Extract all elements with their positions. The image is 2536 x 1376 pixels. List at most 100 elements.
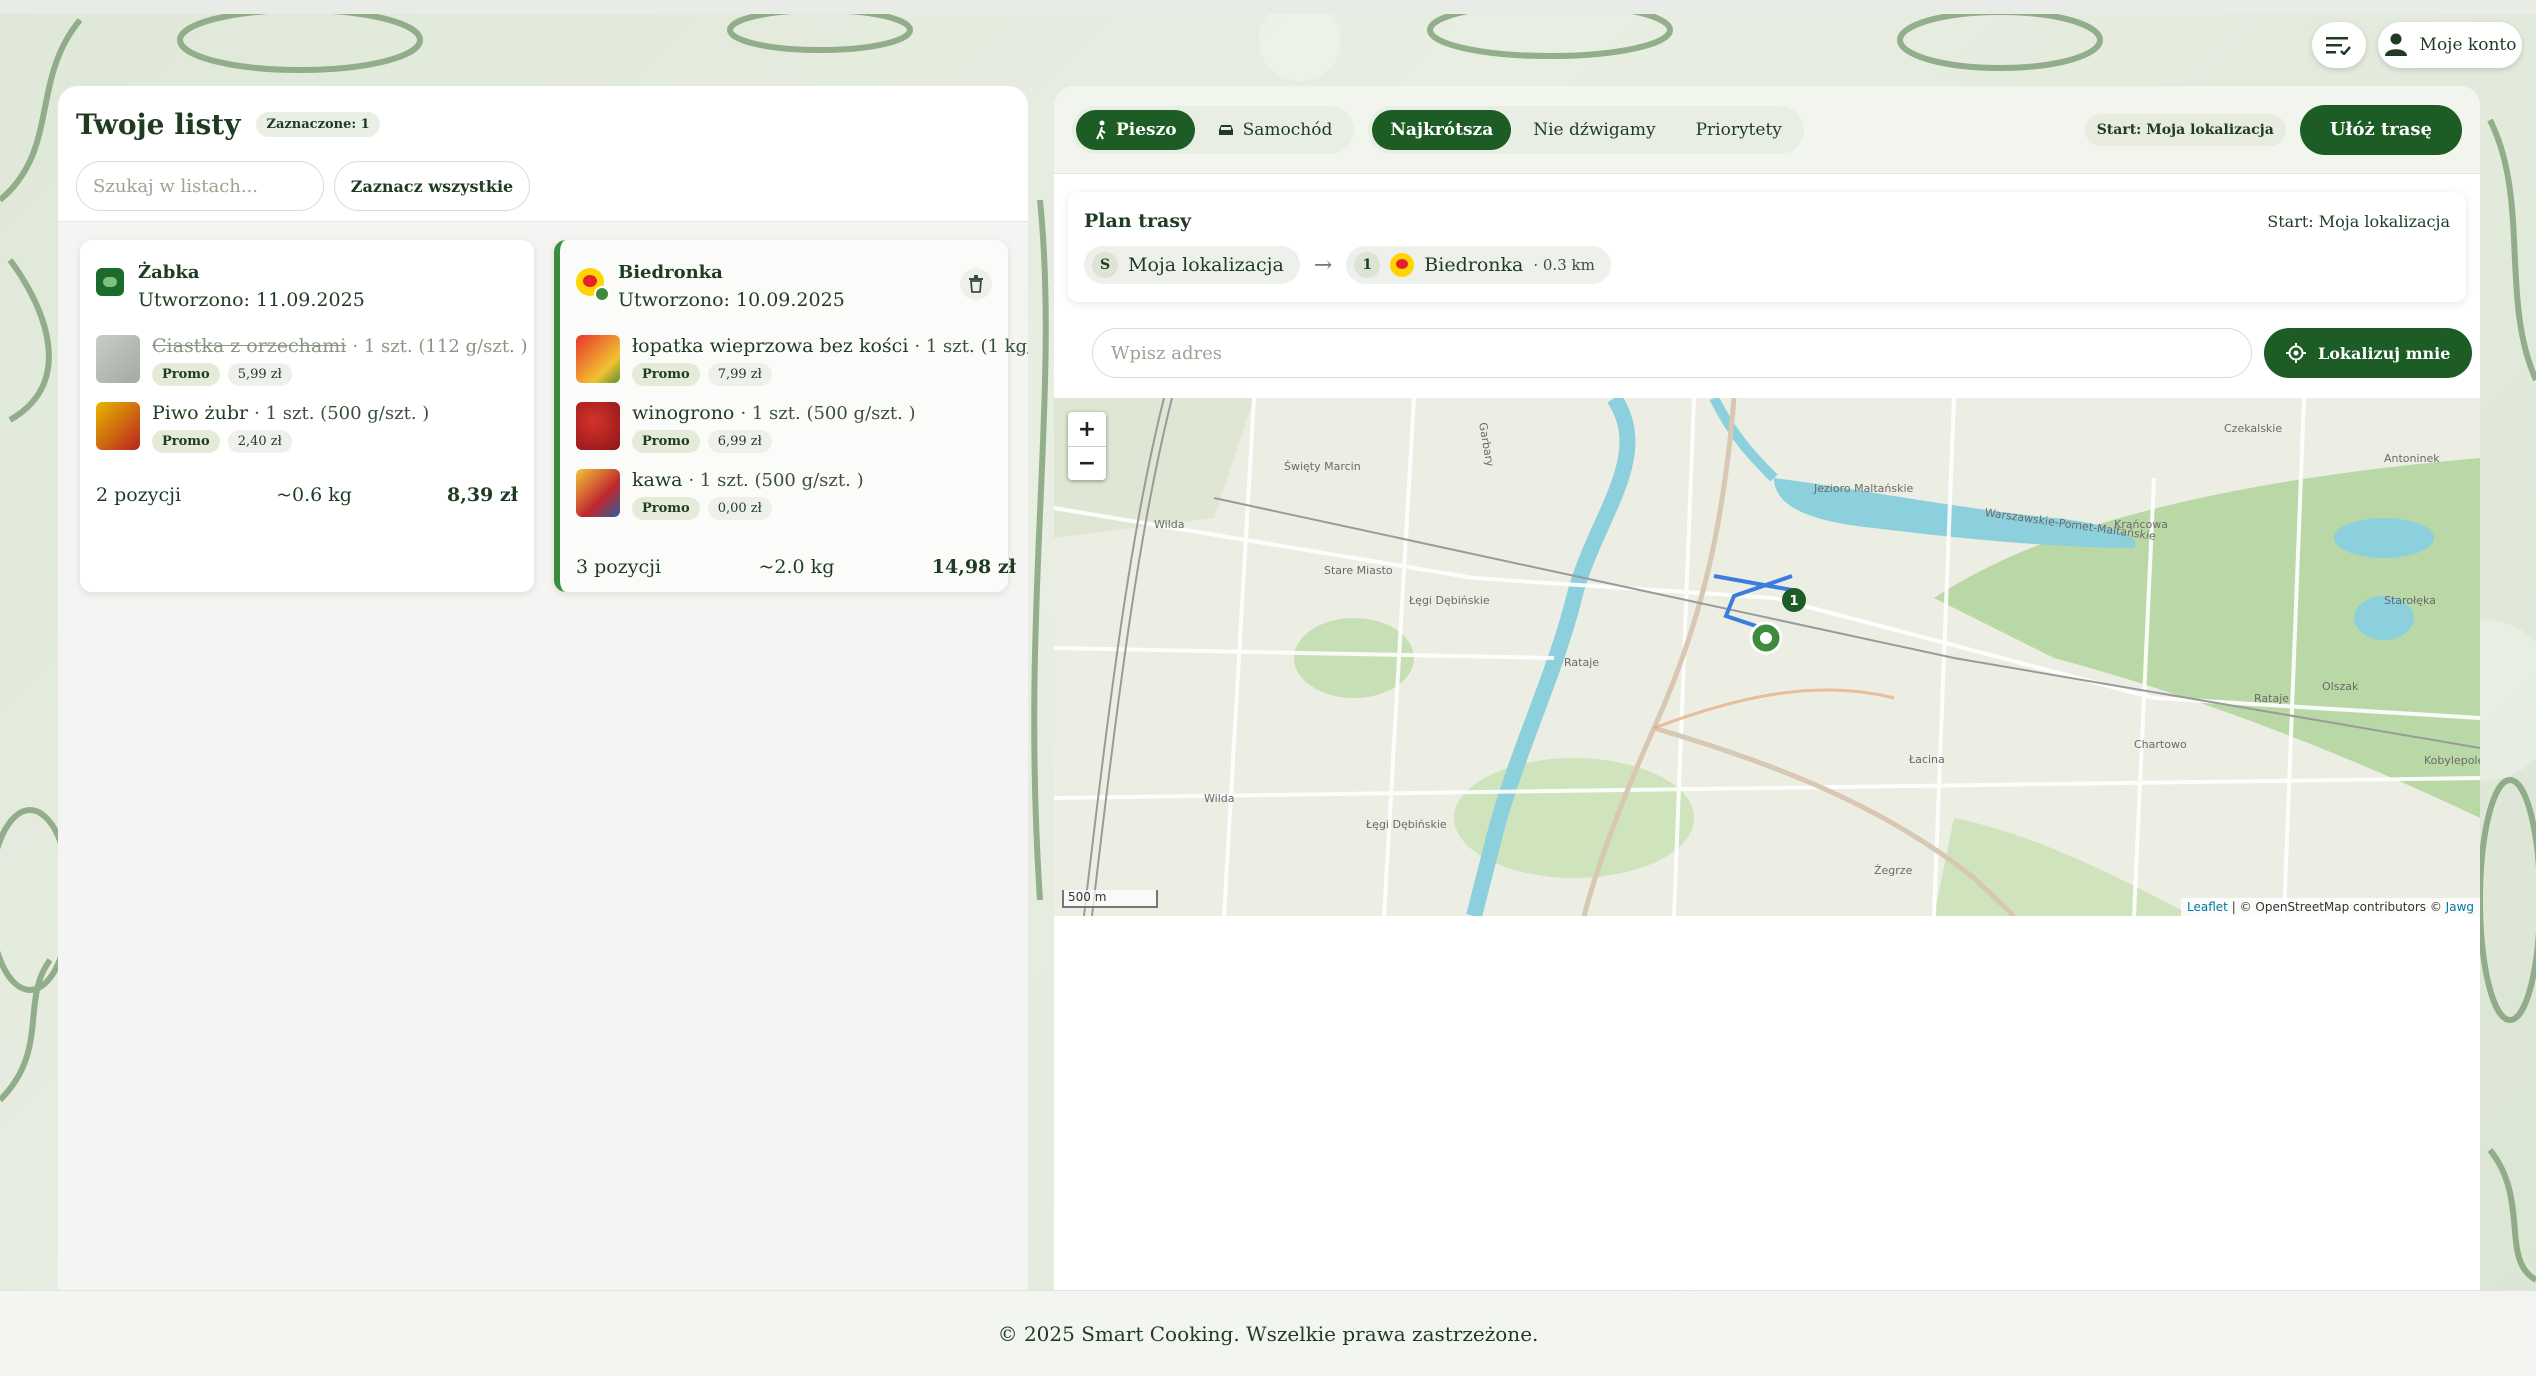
map-label: Stare Miasto [1324, 564, 1393, 577]
product-image [576, 402, 620, 450]
item-quantity: · 1 szt. (112 g/szt. ) [352, 336, 528, 357]
zabka-logo [96, 268, 124, 296]
map-label: Rataje [1564, 656, 1600, 669]
arrow-right-icon: → [1313, 252, 1333, 278]
map-label: Kobylepole [2424, 754, 2480, 767]
map-label: Łęgi Dębińskie [1366, 818, 1447, 831]
item-quantity: · 1 szt. (1 kg/ [914, 336, 1028, 357]
list-item[interactable]: winogrono · 1 szt. (500 g/szt. ) Promo 6… [576, 402, 992, 453]
filter-list-icon [2326, 37, 2351, 55]
route-steps: S Moja lokalizacja → 1 Biedronka · 0.3 k… [1084, 246, 2450, 284]
map-label: Antoninek [2384, 452, 2440, 465]
person-icon [2384, 33, 2407, 56]
select-all-button[interactable]: Zaznacz wszystkie [334, 161, 530, 211]
biedronka-logo [576, 268, 610, 302]
map-label: Wilda [1154, 518, 1185, 531]
item-name: łopatka wieprzowa bez kości [632, 335, 909, 357]
map-view[interactable]: 1 Święty Marcin Garbary Jezioro Maltańsk… [1054, 398, 2480, 916]
step-marker: S [1092, 252, 1118, 278]
list-items: łopatka wieprzowa bez kości · 1 szt. (1 … [576, 335, 1028, 520]
map-label: Krańcowa [2114, 518, 2168, 531]
walk-icon [1096, 120, 1106, 139]
step-label: Moja lokalizacja [1128, 254, 1284, 276]
step-label: Biedronka [1424, 254, 1524, 276]
biedronka-logo [1390, 253, 1415, 277]
delete-list-button[interactable] [960, 268, 992, 300]
lists-panel-header: Twoje listy Zaznaczone: 1 Zaznacz wszyst… [58, 86, 1028, 222]
trash-icon [969, 275, 983, 293]
total-price: 8,39 zł [446, 484, 518, 506]
leaflet-link[interactable]: Leaflet [2187, 900, 2228, 914]
route-toolbar: Pieszo Samochód Najkrótsza Nie dźwigamy … [1054, 86, 2480, 174]
list-items: Ciastka z orzechami · 1 szt. (112 g/szt.… [96, 335, 528, 453]
zoom-in-button[interactable]: + [1068, 412, 1106, 446]
account-button[interactable]: Moje konto [2378, 22, 2522, 68]
promo-badge: Promo [632, 363, 700, 386]
list-item[interactable]: Ciastka z orzechami · 1 szt. (112 g/szt.… [96, 335, 528, 386]
map-label: Olszak [2322, 680, 2359, 693]
shopping-lists-grid: Żabka Utworzono: 11.09.2025 Ciastka z or… [80, 240, 1028, 592]
product-image [576, 469, 620, 517]
browser-top-strip [0, 0, 2536, 14]
total-weight: ~0.6 kg [276, 484, 352, 506]
list-item[interactable]: kawa · 1 szt. (500 g/szt. ) Promo 0,00 z… [576, 469, 992, 520]
list-item[interactable]: Piwo żubr · 1 szt. (500 g/szt. ) Promo 2… [96, 402, 518, 453]
lists-panel: Twoje listy Zaznaczone: 1 Zaznacz wszyst… [58, 86, 1028, 1290]
filter-button[interactable] [2312, 22, 2366, 68]
footer-text: © 2025 Smart Cooking. Wszelkie prawa zas… [997, 1321, 1539, 1346]
item-quantity: · 1 szt. (500 g/szt. ) [688, 470, 864, 491]
map-label: Łacina [1909, 753, 1945, 766]
strategy-no-heavy-button[interactable]: Nie dźwigamy [1515, 110, 1673, 150]
list-card-zabka[interactable]: Żabka Utworzono: 11.09.2025 Ciastka z or… [80, 240, 534, 592]
map-label: Łęgi Dębińskie [1409, 594, 1490, 607]
selected-count-badge: Zaznaczone: 1 [256, 112, 380, 137]
map-label: Starołęka [2384, 594, 2436, 607]
mode-walk-button[interactable]: Pieszo [1076, 109, 1195, 150]
created-date: Utworzono: 10.09.2025 [618, 289, 845, 311]
route-plan-start: Start: Moja lokalizacja [2267, 212, 2450, 231]
list-card-biedronka[interactable]: Biedronka Utworzono: 10.09.2025 łopatka … [554, 240, 1028, 592]
mode-car-label: Samochód [1242, 119, 1333, 140]
strategy-shortest-button[interactable]: Najkrótsza [1372, 109, 1512, 150]
list-item[interactable]: łopatka wieprzowa bez kości · 1 szt. (1 … [576, 335, 1028, 386]
list-summary: 3 pozycji ~2.0 kg 14,98 zł [576, 556, 1016, 578]
map-label: Święty Marcin [1284, 460, 1361, 473]
promo-badge: Promo [152, 430, 220, 453]
price-badge: 7,99 zł [707, 363, 772, 386]
map-scale: 500 m [1062, 890, 1158, 908]
search-lists-input[interactable] [76, 161, 324, 211]
route-step-start: S Moja lokalizacja [1084, 246, 1300, 284]
strategy-priorities-button[interactable]: Priorytety [1678, 110, 1800, 150]
price-badge: 5,99 zł [227, 363, 292, 386]
route-plan-card: Plan trasy Start: Moja lokalizacja S Moj… [1068, 192, 2466, 302]
created-date: Utworzono: 11.09.2025 [138, 289, 365, 311]
store-marker-label: 1 [1789, 594, 1798, 609]
total-price: 14,98 zł [931, 556, 1016, 578]
address-input[interactable] [1092, 328, 2252, 378]
price-badge: 0,00 zł [707, 497, 772, 520]
item-quantity: · 1 szt. (500 g/szt. ) [740, 403, 916, 424]
route-panel: Pieszo Samochód Najkrótsza Nie dźwigamy … [1054, 86, 2480, 1290]
my-location-icon [2286, 343, 2306, 363]
promo-badge: Promo [632, 497, 700, 520]
selected-check-icon [594, 286, 610, 302]
product-image [96, 335, 140, 383]
plan-route-button[interactable]: Ułóż trasę [2299, 104, 2462, 155]
locate-me-button[interactable]: Lokalizuj mnie [2264, 328, 2473, 378]
footer: © 2025 Smart Cooking. Wszelkie prawa zas… [0, 1290, 2536, 1376]
jawg-link[interactable]: Jawg [2446, 900, 2474, 914]
total-weight: ~2.0 kg [758, 556, 835, 578]
item-count: 2 pozycji [96, 484, 182, 506]
mode-car-button[interactable]: Samochód [1199, 110, 1351, 150]
map-attribution: Leaflet | © OpenStreetMap contributors ©… [2181, 898, 2480, 916]
price-badge: 2,40 zł [227, 430, 292, 453]
address-row: Lokalizuj mnie [1092, 328, 2473, 378]
route-plan-title: Plan trasy [1084, 210, 1192, 232]
item-quantity: · 1 szt. (500 g/szt. ) [254, 403, 430, 424]
zoom-out-button[interactable]: − [1068, 446, 1106, 480]
map-label: Jezioro Maltańskie [1814, 482, 1914, 495]
item-count: 3 pozycji [576, 556, 662, 578]
store-name: Biedronka [618, 262, 723, 283]
item-name: kawa [632, 469, 683, 491]
map-label: Żegrze [1874, 864, 1913, 877]
